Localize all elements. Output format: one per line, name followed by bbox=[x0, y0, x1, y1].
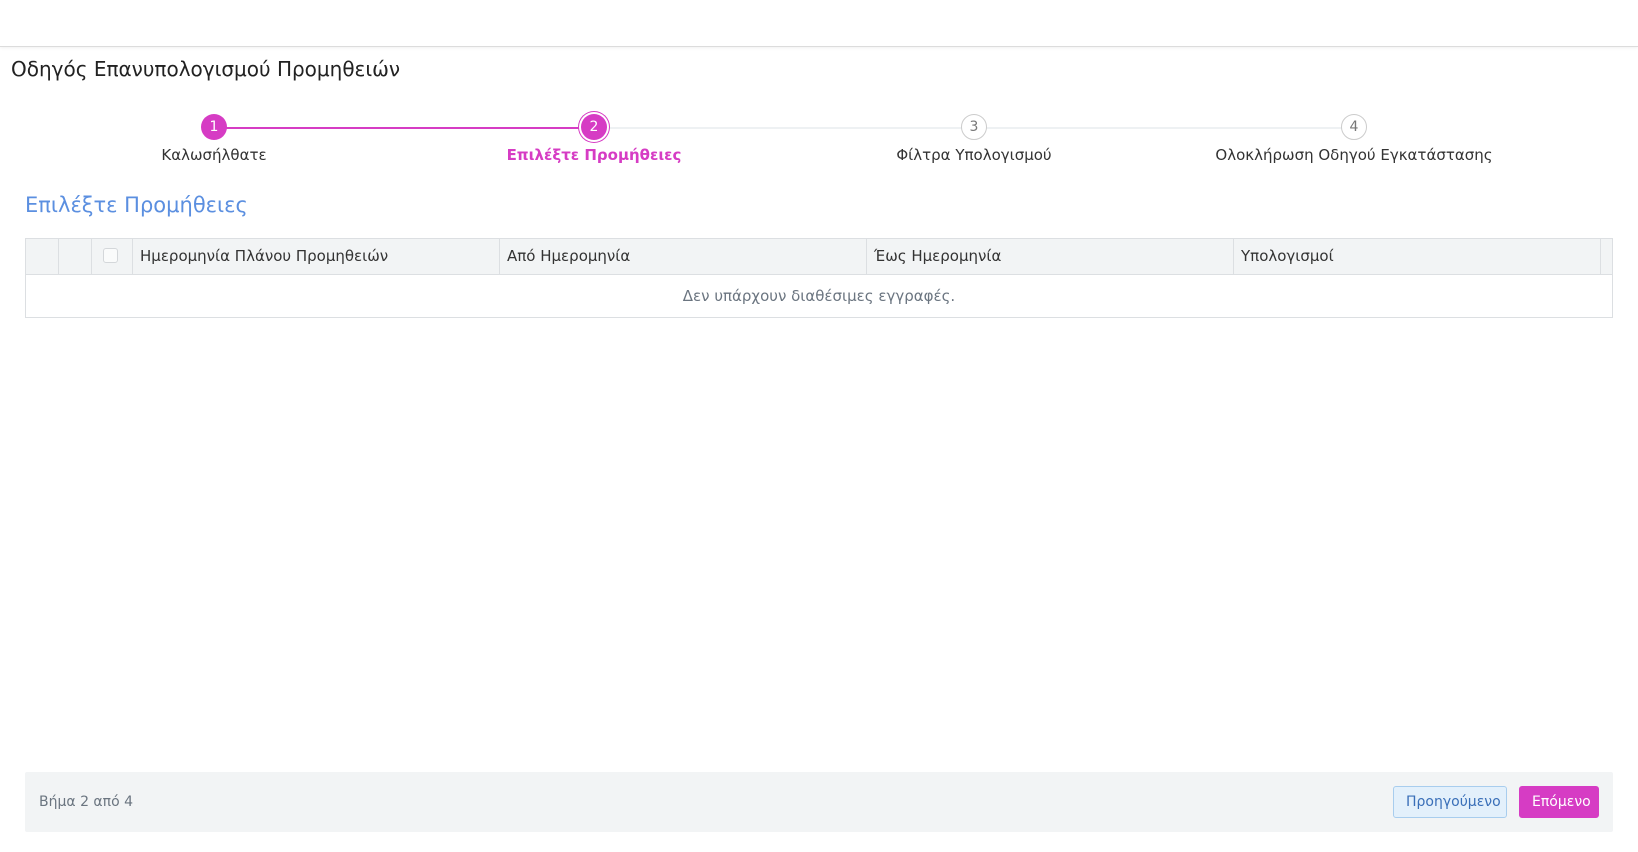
grid-header: Ημερομηνία Πλάνου Προμηθειών Από Ημερομη… bbox=[26, 239, 1612, 275]
step-finish-wizard[interactable]: 4 Ολοκλήρωση Οδηγού Εγκατάστασης bbox=[1204, 110, 1504, 164]
previous-button[interactable]: Προηγούμενο bbox=[1393, 786, 1507, 818]
step-number: 1 bbox=[201, 114, 227, 140]
step-label: Επιλέξτε Προμήθειες bbox=[506, 146, 682, 164]
grid-header-group-cell bbox=[59, 239, 92, 274]
column-header-calculations[interactable]: Υπολογισμοί bbox=[1234, 239, 1601, 274]
column-header-to-date[interactable]: Έως Ημερομηνία bbox=[867, 239, 1234, 274]
top-navbar bbox=[0, 0, 1638, 47]
step-calculation-filters[interactable]: 3 Φίλτρα Υπολογισμού bbox=[824, 110, 1124, 164]
section-heading: Επιλέξτε Προμήθειες bbox=[25, 193, 248, 217]
step-counter: Βήμα 2 από 4 bbox=[39, 794, 134, 810]
grid-empty-message: Δεν υπάρχουν διαθέσιμες εγγραφές. bbox=[682, 287, 956, 305]
step-number: 4 bbox=[1341, 114, 1367, 140]
wizard-footer: Βήμα 2 από 4 Προηγούμενο Επόμενο bbox=[25, 772, 1613, 832]
step-number: 2 bbox=[581, 114, 607, 140]
step-welcome[interactable]: 1 Καλωσήλθατε bbox=[64, 110, 364, 164]
select-all-checkbox[interactable] bbox=[103, 248, 118, 263]
commissions-grid: Ημερομηνία Πλάνου Προμηθειών Από Ημερομη… bbox=[25, 238, 1613, 318]
wizard-stepper: 1 Καλωσήλθατε 2 Επιλέξτε Προμήθειες 3 Φί… bbox=[0, 110, 1638, 170]
next-button[interactable]: Επόμενο bbox=[1519, 786, 1599, 818]
step-label: Ολοκλήρωση Οδηγού Εγκατάστασης bbox=[1215, 146, 1493, 164]
page-title: Οδηγός Επανυπολογισμού Προμηθειών bbox=[11, 57, 401, 81]
grid-header-select-cell bbox=[92, 239, 133, 274]
column-header-plan-date[interactable]: Ημερομηνία Πλάνου Προμηθειών bbox=[133, 239, 500, 274]
column-header-from-date[interactable]: Από Ημερομηνία bbox=[500, 239, 867, 274]
step-label: Φίλτρα Υπολογισμού bbox=[896, 146, 1052, 164]
grid-header-filler bbox=[1601, 239, 1612, 274]
step-number: 3 bbox=[961, 114, 987, 140]
step-select-commissions[interactable]: 2 Επιλέξτε Προμήθειες bbox=[444, 110, 744, 164]
step-label: Καλωσήλθατε bbox=[161, 146, 267, 164]
grid-header-expand-cell bbox=[26, 239, 59, 274]
